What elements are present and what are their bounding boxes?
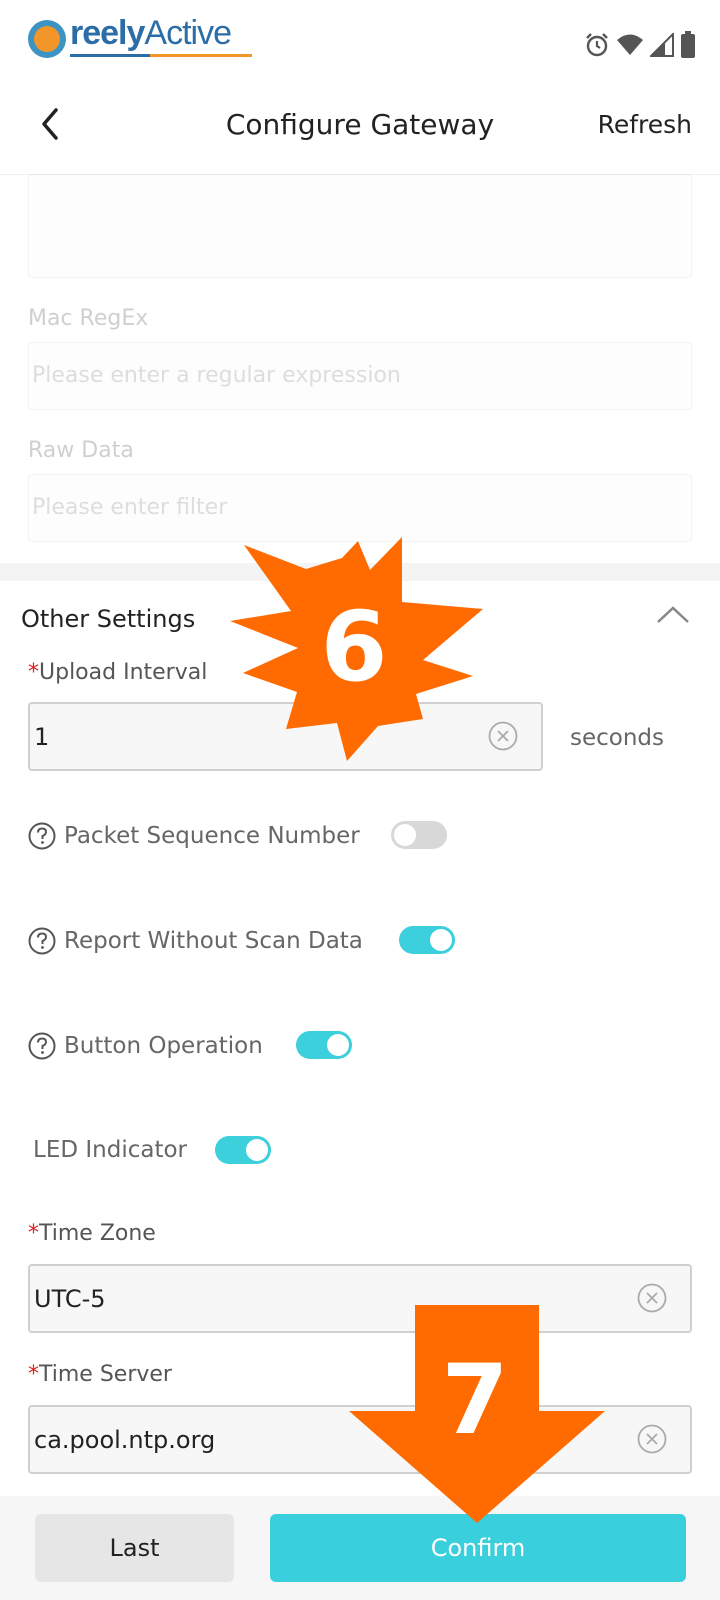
refresh-button[interactable]: Refresh [598,110,692,139]
step-7-number: 7 [442,1344,509,1456]
led-indicator-row: LED Indicator [33,1137,187,1163]
button-operation-label: Button Operation [64,1033,263,1059]
help-icon[interactable] [28,927,56,955]
alarm-icon [586,33,608,57]
clear-icon[interactable] [637,1424,667,1454]
other-settings-title: Other Settings [21,605,196,633]
mac-regex-input[interactable]: Please enter a regular expression [28,342,692,410]
raw-data-label: Raw Data [28,438,134,463]
mac-regex-label: Mac RegEx [28,306,149,331]
time-zone-value: UTC-5 [34,1285,106,1313]
clear-icon[interactable] [637,1283,667,1313]
cellular-signal-icon [650,33,674,57]
packet-sequence-label: Packet Sequence Number [64,823,360,849]
time-server-label: *Time Server [28,1362,172,1387]
report-without-scan-row: Report Without Scan Data [28,927,363,955]
mac-regex-placeholder: Please enter a regular expression [32,363,401,388]
clear-icon[interactable] [488,721,518,751]
time-server-value: ca.pool.ntp.org [34,1426,216,1454]
packet-sequence-row: Packet Sequence Number [28,822,360,850]
report-without-scan-toggle[interactable] [399,926,455,954]
raw-data-input[interactable]: Please enter filter [28,474,692,542]
battery-icon [681,31,695,58]
report-without-scan-label: Report Without Scan Data [64,928,363,954]
help-icon[interactable] [28,1032,56,1060]
required-mark: * [28,1221,39,1246]
led-indicator-label: LED Indicator [33,1137,188,1163]
confirm-button[interactable]: Confirm [270,1514,686,1582]
brand-logo-underline [70,54,252,57]
required-mark: * [28,660,39,685]
status-icons [584,30,696,60]
filter-textarea[interactable] [28,174,692,278]
wifi-icon [617,34,643,55]
led-indicator-toggle[interactable] [215,1136,271,1164]
required-mark: * [28,1362,39,1387]
brand-logo-text: reelyActive [70,14,232,52]
chevron-up-icon[interactable] [656,604,690,624]
button-operation-toggle[interactable] [296,1031,352,1059]
step-7-arrow: 7 [349,1305,605,1523]
last-button[interactable]: Last [35,1514,234,1582]
time-zone-label: *Time Zone [28,1221,156,1246]
button-operation-row: Button Operation [28,1032,263,1060]
step-6-starburst: 6 [230,537,483,761]
upload-interval-value: 1 [34,723,50,751]
step-6-number: 6 [321,591,388,703]
packet-sequence-toggle[interactable] [391,821,447,849]
upload-interval-unit: seconds [570,725,665,751]
raw-data-placeholder: Please enter filter [32,495,228,520]
brand-logo-owl-icon [28,20,66,58]
upload-interval-label: *Upload Interval [28,660,208,685]
help-icon[interactable] [28,822,56,850]
